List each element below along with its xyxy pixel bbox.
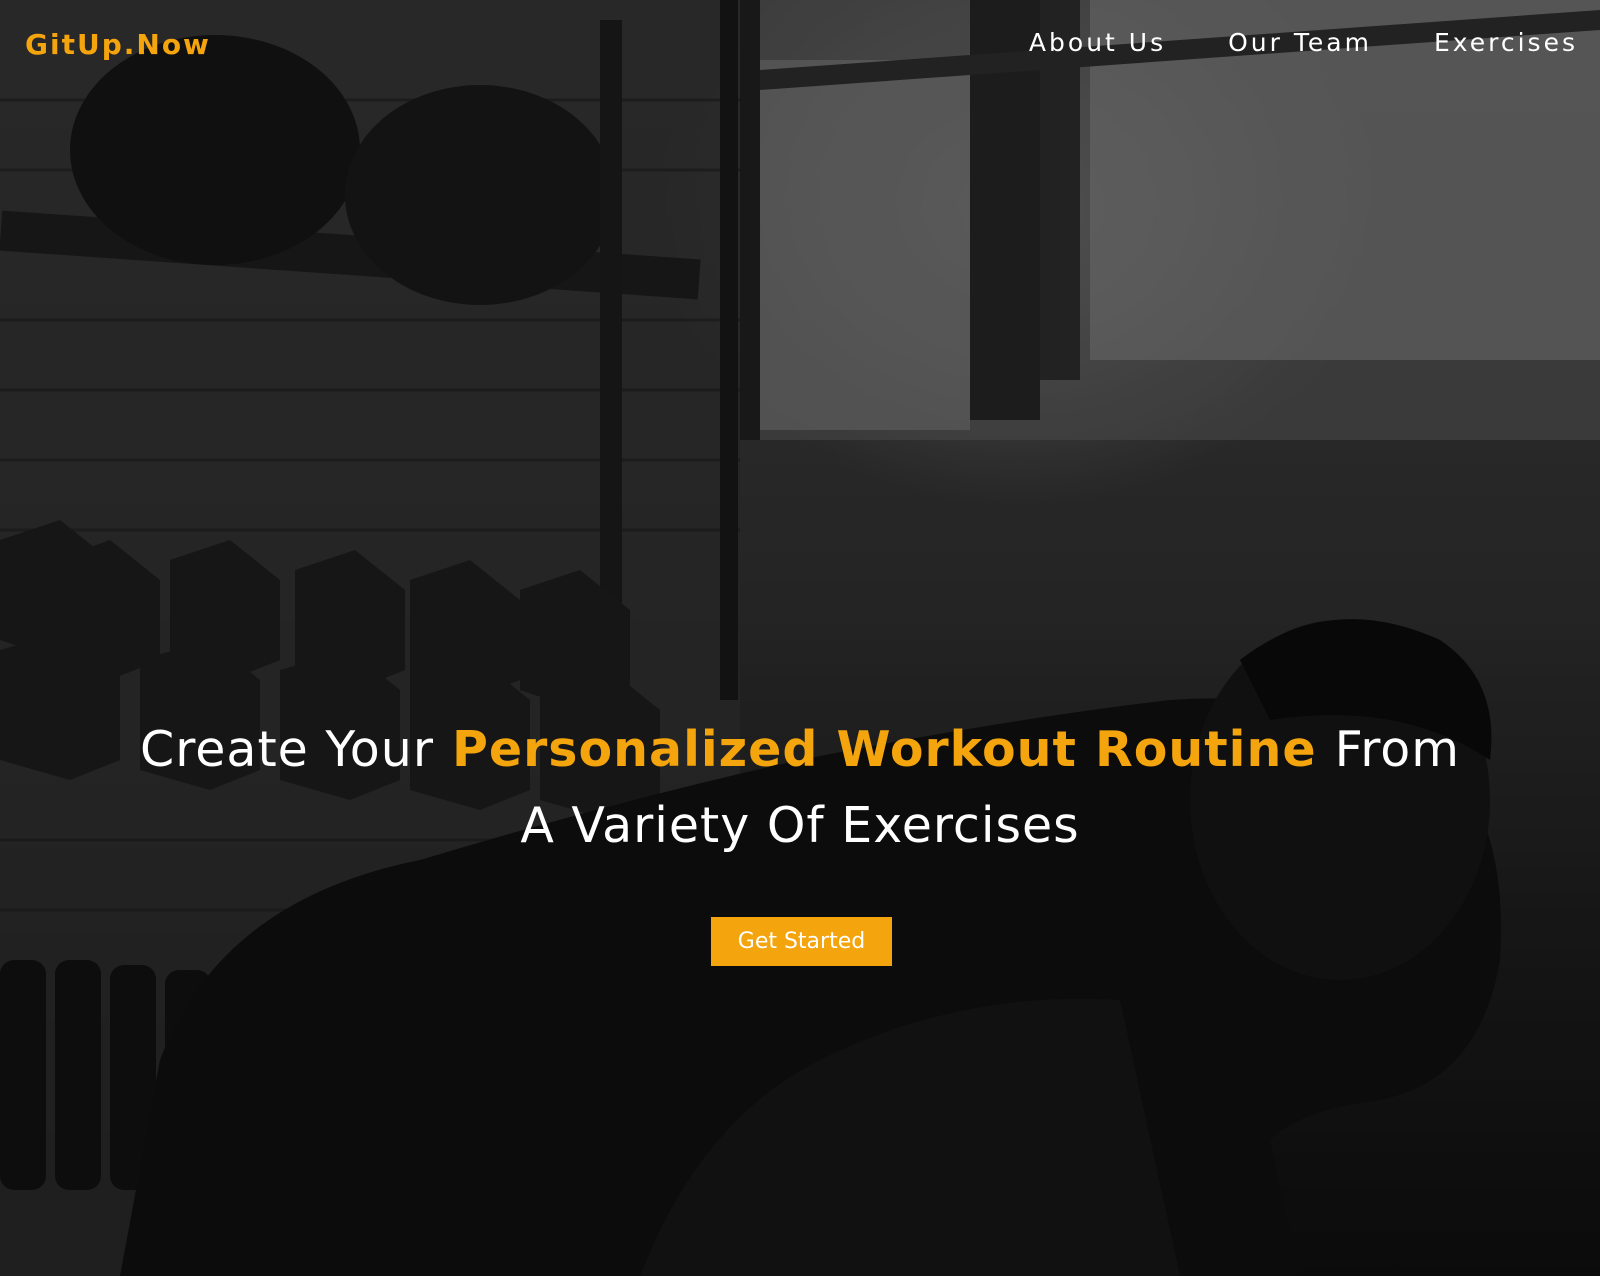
nav-link-exercises[interactable]: Exercises: [1434, 28, 1578, 57]
headline-prefix: Create Your: [139, 721, 434, 778]
nav-link-our-team[interactable]: Our Team: [1228, 28, 1372, 57]
hero-section: GitUp.Now About Us Our Team Exercises Cr…: [0, 0, 1600, 1276]
nav-link-about-us[interactable]: About Us: [1029, 28, 1166, 57]
main-nav: About Us Our Team Exercises: [1029, 28, 1578, 57]
brand-logo[interactable]: GitUp.Now: [25, 28, 211, 61]
hero-headline: Create Your Personalized Workout Routine F…: [0, 712, 1600, 864]
hero-background-photo: [0, 0, 1600, 1276]
get-started-button[interactable]: Get Started: [711, 917, 892, 966]
headline-highlight: Personalized Workout Routine: [451, 721, 1317, 778]
headline-line-two: A Variety Of Exercises: [520, 797, 1080, 854]
headline-suffix: From: [1334, 721, 1461, 778]
